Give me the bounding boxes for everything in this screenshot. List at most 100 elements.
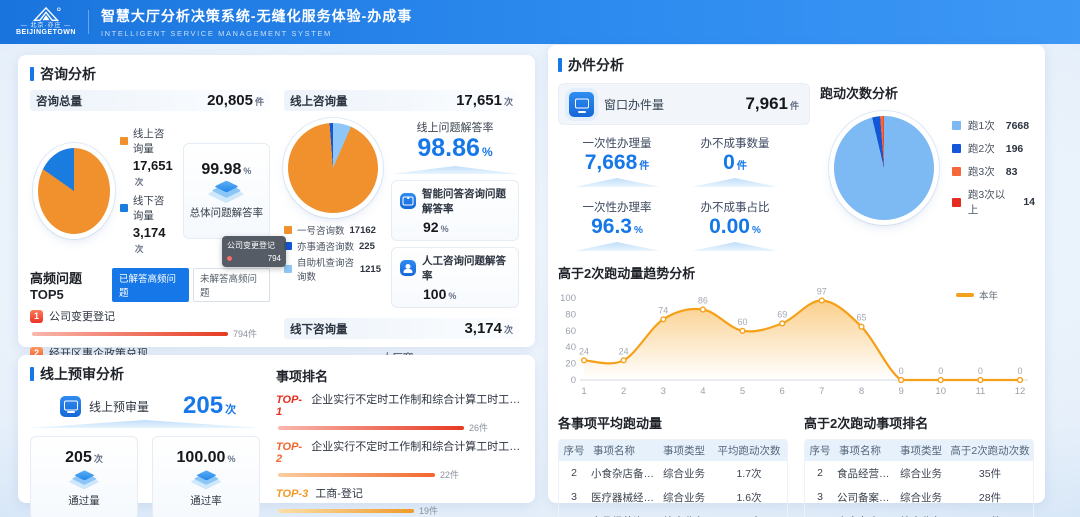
tooltip-dot: [227, 256, 232, 261]
window-volume-banner: 窗口办件量 7,961件: [558, 83, 810, 125]
svg-text:5: 5: [740, 386, 745, 397]
svg-text:80: 80: [565, 309, 576, 320]
runs-legend: 跑1次7668 跑2次196 跑3次83 跑3次以上14: [952, 110, 1035, 225]
svg-text:12: 12: [1015, 386, 1026, 397]
avg-runs-table-title: 各事项平均跑动量: [558, 413, 788, 432]
pie-legend-item: 跑3次83: [952, 164, 1035, 179]
svg-text:3: 3: [661, 386, 666, 397]
svg-text:本年: 本年: [979, 290, 999, 302]
consult-total-header: 咨询总量 20,805件: [30, 90, 270, 111]
svg-text:20: 20: [565, 359, 576, 370]
svg-text:4: 4: [700, 386, 705, 397]
pie-legend-item: 一号咨询数17162: [284, 223, 381, 237]
svg-text:8: 8: [859, 386, 864, 397]
ranking-item[interactable]: TOP-3工商-登记 19件: [276, 485, 527, 517]
svg-text:7: 7: [819, 386, 824, 397]
trend-chart-svg[interactable]: 0204060801002412427438646056969776580901…: [558, 284, 1035, 404]
runs-title: 跑动次数分析: [820, 83, 1035, 102]
svg-text:0: 0: [978, 366, 983, 376]
trend-line-chart[interactable]: 0204060801002412427438646056969776580901…: [558, 284, 1035, 409]
avg-runs-table[interactable]: 序号事项名称事项类型平均跑动次数 2小食杂店备案新办综合业务1.7次 3医疗器械…: [558, 439, 788, 517]
cases-panel: 办件分析 窗口办件量 7,961件 一次性办理量 7,668件 办不成: [548, 45, 1045, 503]
table-row: 3公司备案登记综合业务28件: [805, 485, 1033, 509]
logo-cn-text: — 北京·亦庄 —: [21, 23, 71, 30]
svg-text:86: 86: [698, 296, 708, 306]
bar[interactable]: [278, 426, 464, 430]
svg-text:0: 0: [1017, 366, 1022, 376]
faq-item[interactable]: 1公司变更登记 794件: [30, 308, 270, 340]
table-row: 4小食杂店备案新办综合业务19件: [805, 509, 1033, 517]
logo-icon: [31, 7, 61, 23]
ranking-item[interactable]: TOP-1企业实行不定时工作制和综合计算工时工作制-新办 26件: [276, 391, 527, 434]
gem-icon: [204, 183, 248, 201]
logo: — 北京·亦庄 — BEIJINGETOWN: [16, 7, 76, 37]
preaudit-value: 205次: [183, 392, 236, 420]
window-icon: [569, 92, 594, 117]
rank-badge: 1: [30, 310, 43, 323]
runs-pie[interactable]: [834, 116, 934, 220]
pie-legend-item: 线上咨询量 17,651次: [120, 126, 173, 188]
window-volume-value: 7,961件: [745, 94, 799, 114]
bar[interactable]: [278, 473, 435, 477]
app-subtitle: INTELLIGENT SERVICE MANAGEMENT SYSTEM: [101, 29, 412, 38]
svg-text:60: 60: [737, 317, 747, 327]
svg-text:1: 1: [581, 386, 586, 397]
consult-total-pie[interactable]: [38, 148, 110, 234]
title-bar-icon: [30, 367, 34, 381]
online-pie-legend: 一号咨询数17162 亦事通咨询数225 自助机查询咨询数1215: [284, 223, 381, 283]
pie-legend-item: 线下咨询量 3,174次: [120, 193, 173, 255]
svg-text:97: 97: [817, 287, 827, 297]
online-consult-pie[interactable]: [288, 123, 378, 213]
overall-answer-rate-card: 99.98% 总体问题解答率: [183, 143, 270, 239]
gem-icon: [65, 472, 102, 487]
stat-first-pass-volume: 一次性办理量 7,668件: [558, 135, 676, 187]
precheck-panel: 线上预审分析 线上预审量 205次 205次 通过量 100.00%: [18, 355, 535, 503]
online-consult-header: 线上咨询量 17,651次: [284, 90, 519, 111]
svg-text:100: 100: [560, 293, 576, 304]
svg-text:6: 6: [780, 386, 785, 397]
precheck-section-title: 线上预审分析: [30, 364, 260, 384]
tab-answered-faq[interactable]: 已解答高频问题: [112, 268, 189, 302]
table-row: 4食品经营许可延续综合业务1.6次: [559, 509, 787, 517]
gt2-runs-table[interactable]: 序号事项名称事项类型高于2次跑动次数 2食品经营许可新办综合业务35件 3公司备…: [804, 439, 1034, 517]
ranking-item[interactable]: TOP-2企业实行不定时工作制和综合计算工时工作制-延续 22件: [276, 438, 527, 481]
table-row: 2食品经营许可新办综合业务35件: [805, 461, 1033, 485]
svg-text:40: 40: [565, 342, 576, 353]
pie-legend-item: 亦事通咨询数225: [284, 239, 381, 253]
robot-icon: [400, 193, 416, 209]
table-row: 2小食杂店备案新办综合业务1.7次: [559, 461, 787, 485]
pass-volume-card: 205次 通过量: [30, 436, 138, 517]
svg-text:0: 0: [571, 375, 576, 386]
pie-legend-item: 跑1次7668: [952, 118, 1035, 133]
svg-text:0: 0: [938, 366, 943, 376]
trend-title: 高于2次跑动量趋势分析: [558, 263, 1035, 282]
preaudit-icon: [60, 396, 81, 417]
cases-section-title: 办件分析: [558, 55, 1035, 75]
stat-failed-count: 办不成事数量 0件: [676, 135, 794, 187]
svg-text:2: 2: [621, 386, 626, 397]
preaudit-label: 线上预审量: [89, 398, 149, 415]
title-bar-icon: [30, 67, 34, 81]
svg-text:74: 74: [658, 305, 668, 315]
table-header-row: 序号事项名称事项类型高于2次跑动次数: [805, 440, 1033, 461]
answer-rate-card: 人工咨询问题解答率 100%: [391, 247, 519, 308]
svg-text:9: 9: [898, 386, 903, 397]
consult-total-legend: 线上咨询量 17,651次 线下咨询量 3,174次: [120, 121, 173, 260]
bar[interactable]: [32, 332, 228, 336]
online-rate-value: 98.86%: [391, 135, 519, 165]
person-icon: [400, 260, 416, 276]
svg-text:10: 10: [935, 386, 946, 397]
stat-failed-rate: 办不成事占比 0.00%: [676, 199, 794, 251]
tab-unanswered-faq[interactable]: 未解答高频问题: [193, 268, 270, 302]
svg-text:60: 60: [565, 326, 576, 337]
app-title: 智慧大厅分析决策系统-无缝化服务体验-办成事: [101, 6, 412, 26]
consult-section-title: 咨询分析: [30, 64, 523, 84]
ranking-title: 事项排名: [276, 366, 527, 385]
consult-analysis-panel: 咨询分析 咨询总量 20,805件 线上咨询量 17,651次 线下咨询量 3,…: [18, 55, 535, 347]
gt2-runs-table-title: 高于2次跑动事项排名: [804, 413, 1034, 432]
gem-icon: [187, 472, 224, 487]
stat-first-pass-rate: 一次性办理率 96.3%: [558, 199, 676, 251]
svg-text:0: 0: [899, 366, 904, 376]
pie-legend-item: 自助机查询咨询数1215: [284, 255, 381, 283]
bar[interactable]: [278, 509, 414, 513]
